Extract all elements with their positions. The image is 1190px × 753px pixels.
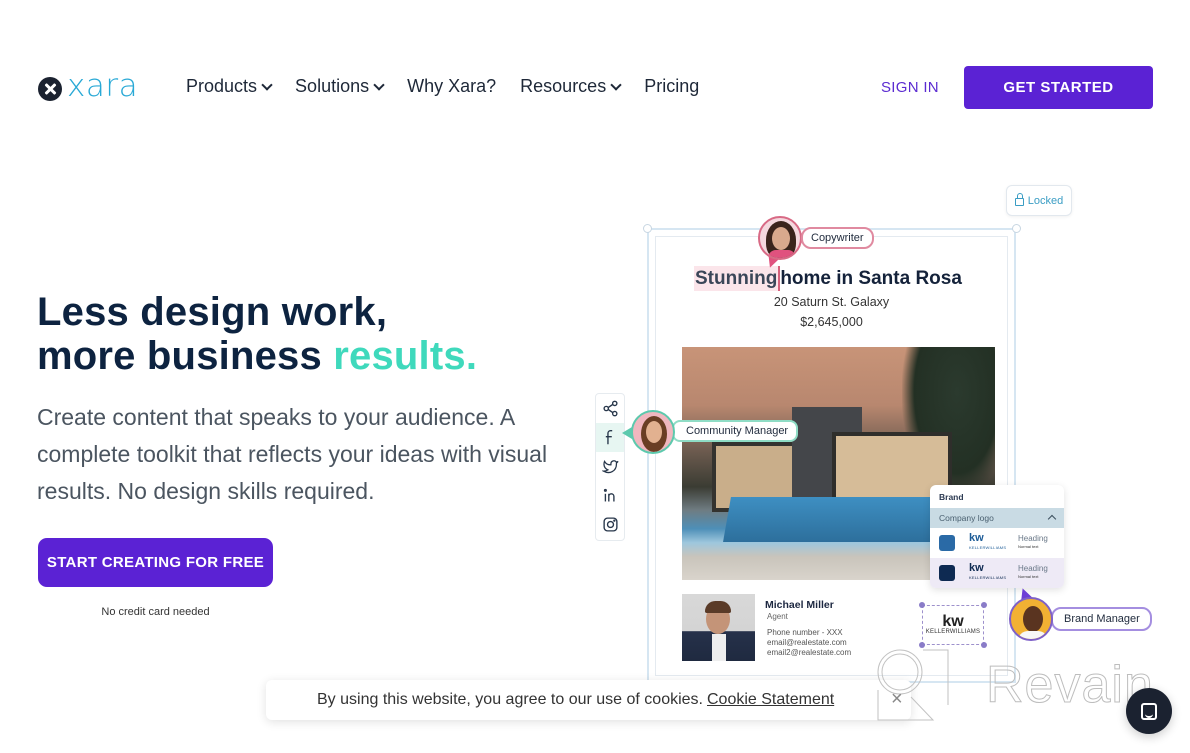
community-manager-text: Community Manager bbox=[686, 425, 789, 437]
nav-label: Why Xara? bbox=[407, 76, 497, 96]
locked-badge: Locked bbox=[1006, 185, 1072, 216]
selection-handle[interactable] bbox=[919, 602, 925, 608]
copywriter-avatar bbox=[758, 216, 802, 260]
nav-pricing[interactable]: Pricing bbox=[644, 76, 699, 97]
avatar-face bbox=[646, 421, 662, 443]
heading-sample: Heading Normal text bbox=[1018, 535, 1048, 551]
kw-logo-text: kw bbox=[942, 613, 964, 630]
color-swatch bbox=[939, 565, 955, 581]
heading-sample: Heading Normal text bbox=[1018, 565, 1048, 581]
nav-label: Resources bbox=[520, 76, 607, 96]
community-manager-avatar bbox=[631, 410, 675, 454]
logo-text: xara bbox=[67, 68, 139, 104]
community-manager-label: Community Manager bbox=[672, 420, 799, 442]
social-share-bar bbox=[595, 393, 625, 541]
listing-title-highlight: Stunning bbox=[694, 266, 781, 291]
cta-note: No credit card needed bbox=[101, 606, 210, 618]
agent-photo bbox=[682, 594, 755, 661]
agent-email: email@realestate.com bbox=[767, 638, 847, 647]
instagram-icon[interactable] bbox=[596, 510, 624, 539]
brand-panel: Brand Company logo kw KELLERWILLIAMS Head… bbox=[930, 485, 1064, 588]
main-nav: Products Solutions Why Xara? Resources P… bbox=[186, 76, 723, 97]
heading-sample-text: Heading bbox=[1018, 534, 1048, 543]
cookie-statement-link[interactable]: Cookie Statement bbox=[707, 691, 834, 709]
kw-logo-sub: KELLERWILLIAMS bbox=[969, 575, 1007, 580]
nav-solutions[interactable]: Solutions bbox=[295, 76, 385, 97]
nav-label: Products bbox=[186, 76, 258, 96]
hero-title: Less design work, more business results. bbox=[37, 290, 477, 378]
xara-logo[interactable]: xara bbox=[38, 71, 138, 102]
normal-text-sample: Normal text bbox=[1018, 544, 1039, 549]
avatar-face bbox=[1023, 606, 1043, 632]
twitter-icon[interactable] bbox=[596, 452, 624, 481]
nav-label: Solutions bbox=[295, 76, 370, 96]
agent-shirt bbox=[712, 634, 726, 661]
hero-title-accent: results. bbox=[333, 334, 478, 378]
brand-panel-title: Brand bbox=[939, 492, 964, 502]
avatar-face bbox=[772, 227, 790, 250]
frame-handle[interactable] bbox=[643, 224, 652, 233]
nav-label: Pricing bbox=[644, 76, 700, 96]
agent-role: Agent bbox=[767, 612, 788, 621]
brand-manager-text: Brand Manager bbox=[1064, 613, 1140, 625]
nav-resources[interactable]: Resources bbox=[520, 76, 622, 97]
chevron-down-icon bbox=[261, 79, 273, 91]
xara-logo-mark-icon bbox=[38, 76, 62, 101]
facebook-icon[interactable] bbox=[596, 423, 624, 452]
start-creating-button[interactable]: START CREATING FOR FREE bbox=[38, 538, 273, 587]
listing-address: 20 Saturn St. Galaxy bbox=[773, 295, 890, 309]
brand-manager-avatar bbox=[1009, 597, 1053, 641]
pool-shape bbox=[723, 497, 941, 542]
kw-logo-sub: KELLERWILLIAMS bbox=[925, 629, 981, 635]
frame-handle[interactable] bbox=[1012, 224, 1021, 233]
sign-in-link[interactable]: SIGN IN bbox=[881, 79, 939, 96]
locked-label: Locked bbox=[1027, 194, 1064, 207]
chevron-up-icon bbox=[1047, 514, 1057, 524]
selection-handle[interactable] bbox=[981, 602, 987, 608]
company-logo-section[interactable]: Company logo bbox=[930, 508, 1064, 528]
chat-icon bbox=[1141, 702, 1157, 720]
chevron-down-icon bbox=[610, 79, 622, 91]
revain-watermark-icon bbox=[877, 649, 949, 721]
listing-price: $2,645,000 bbox=[800, 315, 863, 329]
kw-logo: kw KELLERWILLIAMS bbox=[969, 563, 1014, 582]
color-swatch bbox=[939, 535, 955, 551]
share-icon[interactable] bbox=[596, 394, 624, 423]
cookie-banner: By using this website, you agree to our … bbox=[266, 680, 911, 720]
brand-row[interactable]: kw KELLERWILLIAMS Heading Normal text bbox=[930, 558, 1064, 588]
get-started-button[interactable]: GET STARTED bbox=[964, 66, 1153, 109]
close-cookie-button[interactable]: × bbox=[891, 689, 903, 709]
kw-logo-sub: KELLERWILLIAMS bbox=[969, 545, 1007, 550]
brand-row[interactable]: kw KELLERWILLIAMS Heading Normal text bbox=[930, 528, 1064, 558]
agent-name: Michael Miller bbox=[765, 599, 834, 611]
chevron-down-icon bbox=[373, 79, 385, 91]
agent-hair bbox=[705, 601, 731, 613]
kw-logo: kw KELLERWILLIAMS bbox=[969, 533, 1014, 552]
cookie-text: By using this website, you agree to our … bbox=[317, 691, 703, 708]
company-logo-label: Company logo bbox=[939, 513, 994, 523]
nav-why-xara[interactable]: Why Xara? bbox=[407, 76, 496, 97]
brand-manager-label: Brand Manager bbox=[1051, 607, 1152, 631]
linkedin-icon[interactable] bbox=[596, 481, 624, 510]
heading-sample-text: Heading bbox=[1018, 564, 1048, 573]
hero-title-line1: Less design work, bbox=[37, 290, 388, 334]
hero-subtitle: Create content that speaks to your audie… bbox=[37, 404, 548, 504]
nav-products[interactable]: Products bbox=[186, 76, 273, 97]
lock-icon bbox=[1014, 193, 1024, 206]
listing-title-rest: home in Santa Rosa bbox=[780, 268, 962, 289]
selection-handle[interactable] bbox=[981, 642, 987, 648]
agent-phone: Phone number - XXX bbox=[767, 628, 843, 637]
hero-title-line2: more business bbox=[37, 334, 334, 378]
listing-title: Stunning home in Santa Rosa bbox=[694, 266, 984, 291]
chat-launcher-button[interactable] bbox=[1126, 688, 1172, 734]
copywriter-label: Copywriter bbox=[801, 227, 874, 249]
avatar-body bbox=[1018, 631, 1048, 639]
agent-email-2: email2@realestate.com bbox=[767, 648, 852, 657]
selected-logo[interactable]: kw KELLERWILLIAMS bbox=[922, 605, 984, 645]
normal-text-sample: Normal text bbox=[1018, 574, 1039, 579]
